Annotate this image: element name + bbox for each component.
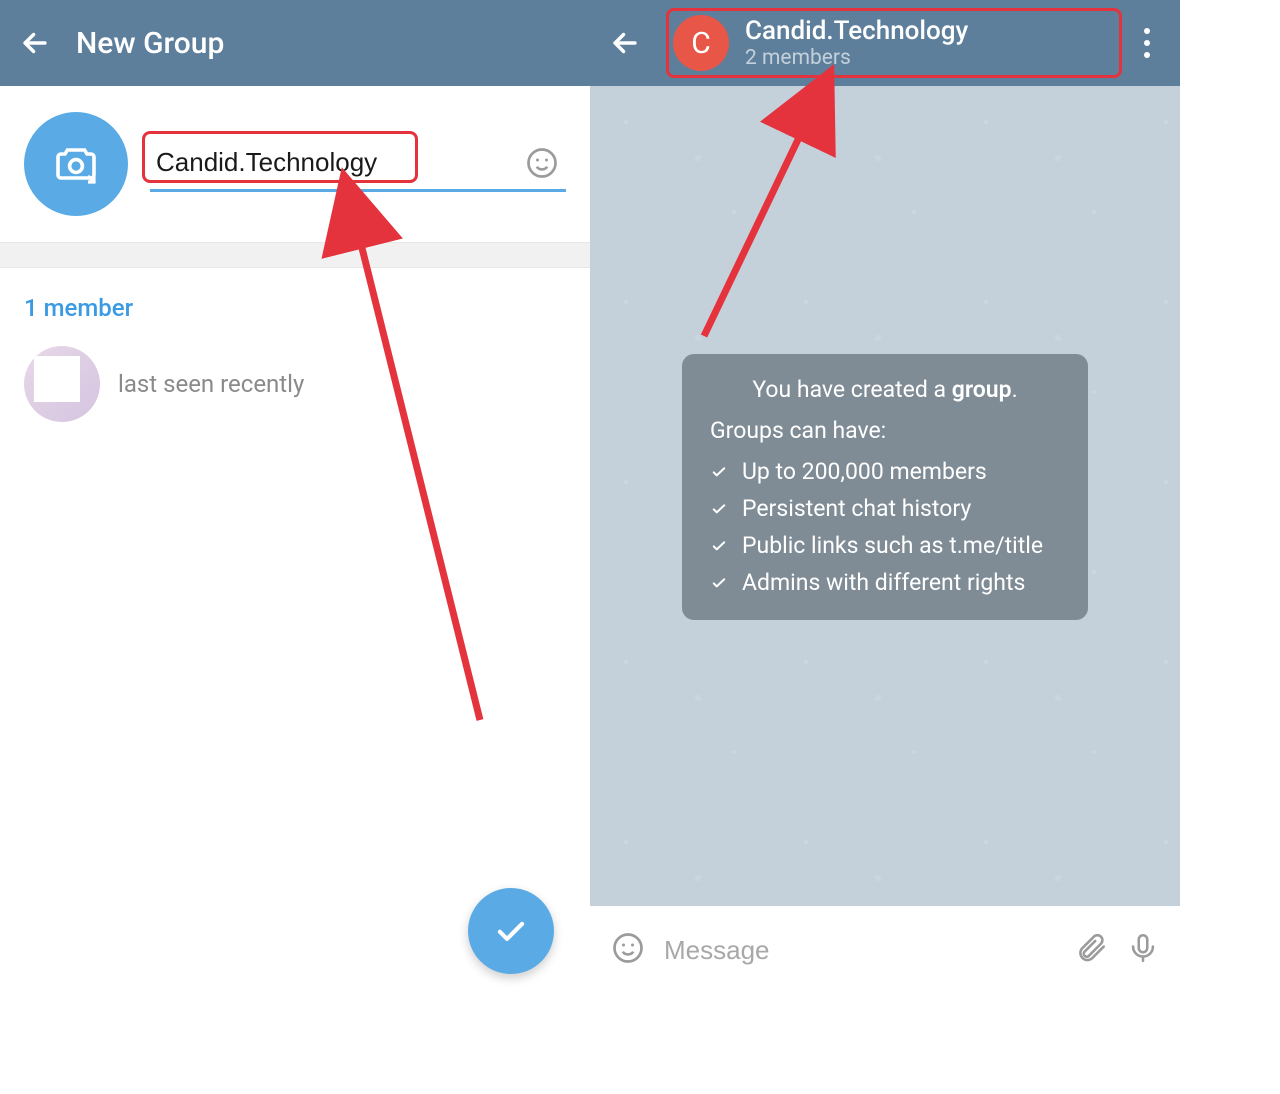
camera-icon xyxy=(52,140,100,188)
group-name-section xyxy=(0,86,590,242)
member-row[interactable]: last seen recently xyxy=(24,346,566,422)
chat-title-block: Candid.Technology 2 members xyxy=(745,16,968,70)
emoji-icon[interactable] xyxy=(610,930,646,970)
feature-item: Admins with different rights xyxy=(710,569,1060,596)
group-name-field-wrap xyxy=(150,137,566,192)
member-status: last seen recently xyxy=(118,370,304,398)
emoji-icon[interactable] xyxy=(524,145,560,181)
feature-text: Admins with different rights xyxy=(742,569,1025,596)
chat-subtitle: 2 members xyxy=(745,46,968,70)
card-title: You have created a group. xyxy=(710,376,1060,403)
card-title-prefix: You have created a xyxy=(752,376,951,403)
feature-text: Public links such as t.me/title xyxy=(742,532,1043,559)
chat-header-info[interactable]: C Candid.Technology 2 members xyxy=(666,8,1122,78)
avatar-letter: C xyxy=(691,26,711,61)
back-arrow-icon[interactable] xyxy=(608,26,642,60)
new-group-screen: New Group 1 member xyxy=(0,0,590,994)
more-menu-icon[interactable] xyxy=(1132,28,1162,58)
microphone-icon[interactable] xyxy=(1126,931,1160,969)
chat-avatar: C xyxy=(673,15,729,71)
card-title-suffix: . xyxy=(1012,376,1018,403)
feature-item: Public links such as t.me/title xyxy=(710,532,1060,559)
members-count-label: 1 member xyxy=(24,294,566,322)
check-icon xyxy=(710,500,728,518)
message-input[interactable] xyxy=(664,935,1056,966)
chat-title: Candid.Technology xyxy=(745,16,968,46)
card-title-bold: group xyxy=(952,376,1012,403)
check-icon xyxy=(710,537,728,555)
page-title: New Group xyxy=(76,26,224,61)
card-subtitle: Groups can have: xyxy=(710,417,1060,444)
group-name-input[interactable] xyxy=(156,147,524,178)
feature-text: Up to 200,000 members xyxy=(742,458,987,485)
chat-body: You have created a group. Groups can hav… xyxy=(590,86,1180,906)
feature-list: Up to 200,000 members Persistent chat his… xyxy=(710,458,1060,596)
header-bar: New Group xyxy=(0,0,590,86)
confirm-button[interactable] xyxy=(468,888,554,974)
member-avatar xyxy=(24,346,100,422)
feature-item: Up to 200,000 members xyxy=(710,458,1060,485)
attach-icon[interactable] xyxy=(1074,931,1108,969)
back-arrow-icon[interactable] xyxy=(18,26,52,60)
members-section: 1 member last seen recently xyxy=(0,268,590,448)
message-input-bar xyxy=(590,906,1180,994)
set-photo-button[interactable] xyxy=(24,112,128,216)
chat-screen: C Candid.Technology 2 members You have c… xyxy=(590,0,1180,994)
header-bar: C Candid.Technology 2 members xyxy=(590,0,1180,86)
feature-item: Persistent chat history xyxy=(710,495,1060,522)
section-divider xyxy=(0,242,590,268)
check-icon xyxy=(710,463,728,481)
group-created-card: You have created a group. Groups can hav… xyxy=(682,354,1088,620)
check-icon xyxy=(710,574,728,592)
check-icon xyxy=(492,912,530,950)
feature-text: Persistent chat history xyxy=(742,495,971,522)
